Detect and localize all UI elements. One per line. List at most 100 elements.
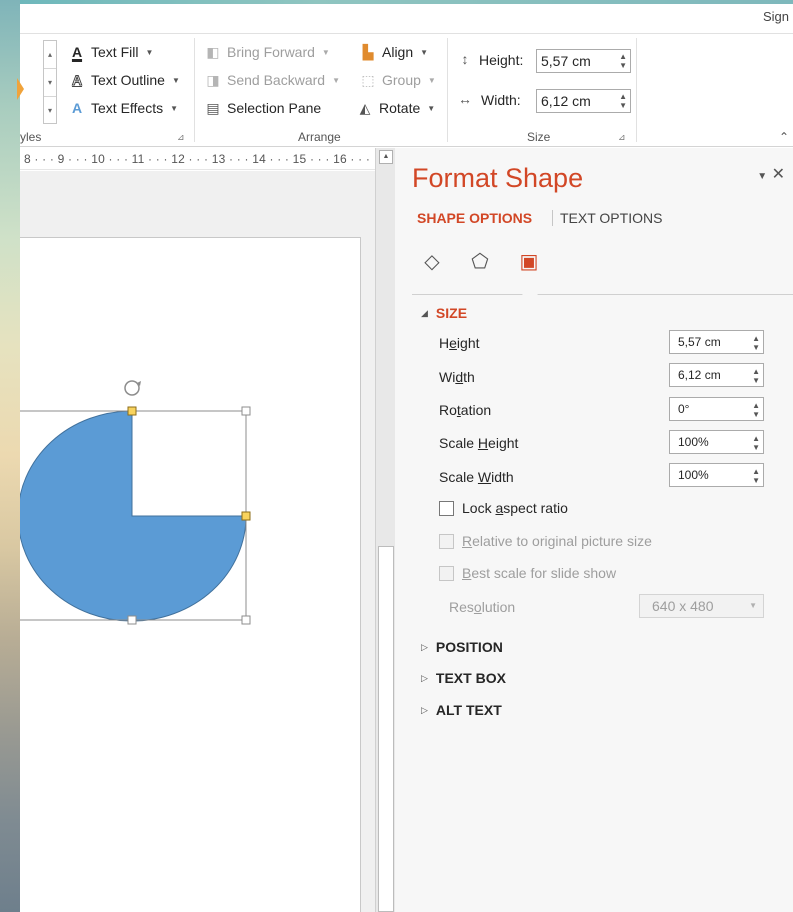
width-input[interactable]: 6,12 cm ▲ ▼ [669,363,764,387]
size-dialog-launcher-icon[interactable]: ⊿ [618,132,626,143]
gallery-more-icon[interactable]: ▾ [44,97,56,125]
relative-to-original-checkbox: Relative to original picture size [439,533,652,549]
align-icon: ▙ [362,43,374,60]
rotate-handle-icon [124,380,141,396]
scroll-up-icon[interactable]: ▲ [379,150,393,164]
arrange-group-label: Arrange [298,130,341,144]
scale-height-input[interactable]: 100% ▲ ▼ [669,430,764,454]
pane-options-icon[interactable]: ▼ [757,171,767,182]
gallery-down-icon[interactable]: ▾ [44,69,56,97]
shape-styles-gallery-scroll[interactable]: ▴ ▾ ▾ [43,40,57,124]
text-fill-icon: A [71,44,83,60]
styles-group-label: yles [20,130,42,144]
checkbox-box [439,533,454,549]
ribbon: Sign ▴ ▾ ▾ A Text Fill ▼ A Text Outline ▼ … [17,4,793,147]
collapsed-triangle-icon: ▷ [421,704,428,715]
selection-pane-button[interactable]: ▤ Selection Pane [204,99,321,117]
size-group-label: Size [527,130,551,144]
scale-width-spinner-icon[interactable]: ▲ ▼ [752,467,760,485]
width-label: Width: [481,92,521,108]
rotate-icon: ◭ [359,99,371,116]
resize-handle-top-right [241,406,251,416]
horizontal-ruler: 8 · · · 9 · · · 10 · · · 11 · · · 12 · ·… [20,148,375,170]
ribbon-tab-bar: Sign [20,4,793,33]
text-effects-button[interactable]: A Text Effects ▼ [68,99,178,117]
adjust-handle-top [127,406,137,416]
pane-controls: ▼ ✕ [757,164,785,184]
lock-aspect-ratio-checkbox[interactable]: Lock aspect ratio [439,500,568,516]
rotation-prop-label: Rotation [439,402,492,418]
chevron-down-icon: ▼ [749,601,757,610]
pane-divider [412,294,793,295]
collapsed-triangle-icon: ▷ [421,672,428,683]
scale-height-spinner-icon[interactable]: ▲ ▼ [752,434,760,452]
ribbon-body: ▴ ▾ ▾ A Text Fill ▼ A Text Outline ▼ A Tex… [17,33,793,147]
styles-dialog-launcher-icon[interactable]: ⊿ [177,132,185,143]
close-icon[interactable]: ✕ [772,166,785,183]
scroll-thumb[interactable] [378,546,394,912]
rotation-spinner-icon[interactable]: ▲ ▼ [752,401,760,419]
adjust-handle-right [241,511,251,521]
selection-pane-icon: ▤ [206,99,220,116]
height-label: Height: [479,52,524,68]
effects-icon[interactable]: ⬠ [467,248,493,274]
send-backward-icon: ◨ [206,71,220,88]
rotation-input[interactable]: 0° ▲ ▼ [669,397,764,421]
resize-handle-bottom [127,615,137,625]
collapse-ribbon-icon[interactable]: ⌃ [779,130,789,144]
size-properties-icon[interactable]: ▣ [516,248,542,274]
height-input[interactable]: 5,57 cm ▲ ▼ [669,330,764,354]
text-outline-icon: A [71,72,83,89]
group-button[interactable]: ⬚ Group ▼ [359,71,435,89]
selected-shape[interactable] [20,171,375,912]
height-spinner-icon[interactable]: ▲ ▼ [619,52,627,70]
text-effects-icon: A [71,100,83,116]
bring-forward-button[interactable]: ◧ Bring Forward ▼ [204,43,329,61]
height-spinner-icon[interactable]: ▲ ▼ [752,334,760,352]
scale-width-prop-label: Scale Width [439,469,514,485]
size-section-header[interactable]: ◢ SIZE [421,305,467,321]
ribbon-width-input[interactable]: 6,12 cm ▲ ▼ [536,89,631,113]
scale-height-prop-label: Scale Height [439,435,519,451]
format-shape-pane: Format Shape ▼ ✕ SHAPE OPTIONS TEXT OPTI… [395,148,793,912]
pane-title: Format Shape [412,163,584,193]
tab-shape-options[interactable]: SHAPE OPTIONS [417,210,532,226]
height-prop-label: Height [439,335,480,351]
alt-text-section-header[interactable]: ▷ ALT TEXT [421,702,502,718]
send-backward-button[interactable]: ◨ Send Backward ▼ [204,71,340,89]
fill-line-icon[interactable]: ◇ [419,248,445,274]
expanded-triangle-icon: ◢ [421,307,428,318]
width-prop-label: Width [439,369,475,385]
ribbon-height-input[interactable]: 5,57 cm ▲ ▼ [536,49,631,73]
vertical-scrollbar[interactable]: ▲ [375,148,395,912]
tab-text-options[interactable]: TEXT OPTIONS [552,210,662,226]
position-section-header[interactable]: ▷ POSITION [421,639,503,655]
group-icon: ⬚ [361,71,375,88]
pie-shape [20,410,247,622]
rotate-button[interactable]: ◭ Rotate ▼ [356,99,436,117]
scale-width-input[interactable]: 100% ▲ ▼ [669,463,764,487]
text-fill-button[interactable]: A Text Fill ▼ [68,43,153,61]
tab-indicator-notch [522,286,538,295]
gallery-up-icon[interactable]: ▴ [44,41,56,69]
width-spinner-icon[interactable]: ▲ ▼ [752,367,760,385]
group-separator [636,38,637,142]
width-spinner-icon[interactable]: ▲ ▼ [619,92,627,110]
resize-handle-bottom-right [241,615,251,625]
group-separator [194,38,195,142]
slide-canvas[interactable] [20,171,375,912]
resolution-label: Resolution [449,599,516,615]
text-box-section-header[interactable]: ▷ TEXT BOX [421,670,506,686]
group-separator [447,38,448,142]
bring-forward-icon: ◧ [206,43,220,60]
shape-height-icon: ↕ [461,51,469,67]
resolution-select: 640 x 480 ▼ [639,594,764,618]
desktop-background-strip [0,0,20,912]
collapsed-triangle-icon: ▷ [421,641,428,652]
checkbox-box[interactable] [439,500,454,516]
text-outline-button[interactable]: A Text Outline ▼ [68,71,179,89]
checkbox-box [439,565,454,581]
align-button[interactable]: ▙ Align ▼ [359,43,428,61]
gallery-style-swatch [17,78,24,100]
sign-in-link[interactable]: Sign [763,9,789,24]
